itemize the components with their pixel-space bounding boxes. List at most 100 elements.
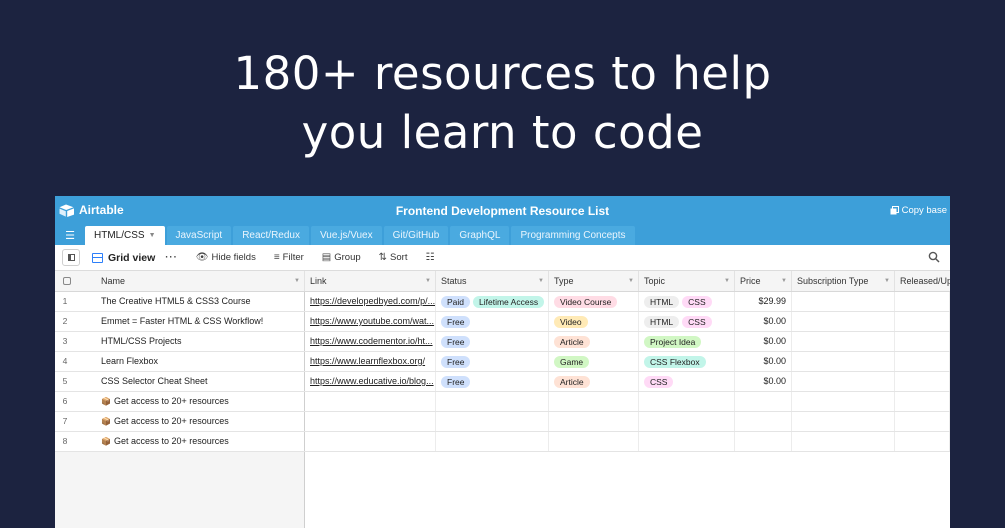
table-row[interactable]: 6 📦 Get access to 20+ resources [55, 392, 950, 412]
cell-topic[interactable] [639, 432, 735, 451]
group-button[interactable]: ▤ Group [322, 252, 361, 263]
column-header-released[interactable]: Released/Updated [895, 271, 950, 291]
cell-released[interactable] [895, 332, 950, 351]
cell-link[interactable]: https://www.learnflexbox.org/ [305, 352, 436, 371]
cell-topic[interactable]: Project Idea [639, 332, 735, 351]
cell-subscription[interactable] [792, 432, 895, 451]
cell-link[interactable]: https://developedbyed.com/p/... [305, 292, 436, 311]
cell-topic[interactable]: CSS Flexbox [639, 352, 735, 371]
cell-type[interactable]: Video Course [549, 292, 639, 311]
cell-price[interactable]: $0.00 [735, 312, 792, 331]
cell-subscription[interactable] [792, 392, 895, 411]
chevron-down-icon[interactable]: ▼ [425, 271, 431, 291]
copy-base-button[interactable]: Copy base [890, 205, 947, 216]
cell-price[interactable]: $0.00 [735, 352, 792, 371]
table-row[interactable]: 7 📦 Get access to 20+ resources [55, 412, 950, 432]
tab-vue-vuex[interactable]: Vue.js/Vuex [311, 226, 382, 245]
cell-status[interactable] [436, 432, 549, 451]
cell-name[interactable]: HTML/CSS Projects [96, 332, 305, 351]
cell-released[interactable] [895, 372, 950, 391]
cell-price[interactable] [735, 412, 792, 431]
cell-name[interactable]: CSS Selector Cheat Sheet [96, 372, 305, 391]
tab-html-css[interactable]: HTML/CSS ▼ [85, 226, 165, 245]
chevron-down-icon[interactable]: ▼ [628, 271, 634, 291]
cell-link[interactable] [305, 412, 436, 431]
cell-status[interactable]: Free [436, 332, 549, 351]
cell-released[interactable] [895, 352, 950, 371]
chevron-down-icon[interactable]: ▼ [884, 271, 890, 291]
table-row[interactable]: 3 HTML/CSS Projects https://www.codementor… [55, 332, 950, 352]
row-height-button[interactable]: ☷ [425, 252, 434, 263]
table-row[interactable]: 4 Learn Flexbox https://www.learnflexbox.o… [55, 352, 950, 372]
table-row[interactable]: 1 The Creative HTML5 & CSS3 Course https:/… [55, 292, 950, 312]
cell-released[interactable] [895, 392, 950, 411]
cell-released[interactable] [895, 292, 950, 311]
cell-status[interactable]: Free [436, 312, 549, 331]
cell-status[interactable] [436, 392, 549, 411]
column-header-price[interactable]: Price ▼ [735, 271, 792, 291]
column-header-topic[interactable]: Topic ▼ [639, 271, 735, 291]
column-header-subscription-type[interactable]: Subscription Type ▼ [792, 271, 895, 291]
cell-link[interactable] [305, 432, 436, 451]
filter-button[interactable]: ≡ Filter [274, 252, 304, 263]
table-row[interactable]: 2 Emmet = Faster HTML & CSS Workflow! http… [55, 312, 950, 332]
search-icon[interactable] [928, 251, 940, 263]
record-link[interactable]: https://www.learnflexbox.org/ [310, 356, 425, 366]
cell-link[interactable] [305, 392, 436, 411]
column-header-link[interactable]: Link ▼ [305, 271, 436, 291]
cell-type[interactable]: Article [549, 372, 639, 391]
cell-price[interactable] [735, 432, 792, 451]
hamburger-menu-icon[interactable]: ☰ [55, 226, 85, 245]
cell-name[interactable]: 📦 Get access to 20+ resources [96, 412, 305, 431]
tab-javascript[interactable]: JavaScript [166, 226, 232, 245]
cell-released[interactable] [895, 312, 950, 331]
cell-topic[interactable]: HTML CSS [639, 292, 735, 311]
cell-name[interactable]: 📦 Get access to 20+ resources [96, 432, 305, 451]
cell-topic[interactable] [639, 392, 735, 411]
cell-name[interactable]: Emmet = Faster HTML & CSS Workflow! [96, 312, 305, 331]
tab-programming-concepts[interactable]: Programming Concepts [511, 226, 635, 245]
table-row[interactable]: 8 📦 Get access to 20+ resources [55, 432, 950, 452]
chevron-down-icon[interactable]: ▼ [294, 271, 300, 291]
cell-link[interactable]: https://www.educative.io/blog... [305, 372, 436, 391]
cell-subscription[interactable] [792, 332, 895, 351]
chevron-down-icon[interactable]: ▼ [781, 271, 787, 291]
cell-type[interactable] [549, 412, 639, 431]
cell-type[interactable]: Game [549, 352, 639, 371]
cell-name[interactable]: Learn Flexbox [96, 352, 305, 371]
chevron-down-icon[interactable]: ▼ [538, 271, 544, 291]
cell-subscription[interactable] [792, 292, 895, 311]
cell-released[interactable] [895, 412, 950, 431]
cell-topic[interactable]: HTML CSS [639, 312, 735, 331]
cell-topic[interactable] [639, 412, 735, 431]
cell-type[interactable]: Video [549, 312, 639, 331]
tab-git-github[interactable]: Git/GitHub [383, 226, 449, 245]
hide-fields-button[interactable]: 👁 Hide fields [196, 252, 256, 263]
tab-react-redux[interactable]: React/Redux [233, 226, 309, 245]
sort-button[interactable]: ⇅ Sort [379, 252, 408, 263]
sidebar-toggle-button[interactable] [62, 249, 80, 266]
column-header-type[interactable]: Type ▼ [549, 271, 639, 291]
cell-price[interactable]: $0.00 [735, 332, 792, 351]
tab-graphql[interactable]: GraphQL [450, 226, 510, 245]
cell-type[interactable] [549, 432, 639, 451]
table-row[interactable]: 5 CSS Selector Cheat Sheet https://www.edu… [55, 372, 950, 392]
cell-subscription[interactable] [792, 352, 895, 371]
cell-price[interactable]: $29.99 [735, 292, 792, 311]
cell-subscription[interactable] [792, 312, 895, 331]
chevron-down-icon[interactable]: ▼ [149, 226, 156, 245]
cell-subscription[interactable] [792, 372, 895, 391]
cell-price[interactable] [735, 392, 792, 411]
record-link[interactable]: https://www.codementor.io/ht... [310, 336, 433, 346]
cell-status[interactable]: Free [436, 372, 549, 391]
select-all-checkbox[interactable] [63, 277, 71, 285]
cell-name[interactable]: The Creative HTML5 & CSS3 Course [96, 292, 305, 311]
cell-link[interactable]: https://www.codementor.io/ht... [305, 332, 436, 351]
column-header-status[interactable]: Status ▼ [436, 271, 549, 291]
cell-type[interactable]: Article [549, 332, 639, 351]
cell-price[interactable]: $0.00 [735, 372, 792, 391]
cell-link[interactable]: https://www.youtube.com/wat... [305, 312, 436, 331]
record-link[interactable]: https://www.youtube.com/wat... [310, 316, 434, 326]
cell-topic[interactable]: CSS [639, 372, 735, 391]
cell-name[interactable]: 📦 Get access to 20+ resources [96, 392, 305, 411]
